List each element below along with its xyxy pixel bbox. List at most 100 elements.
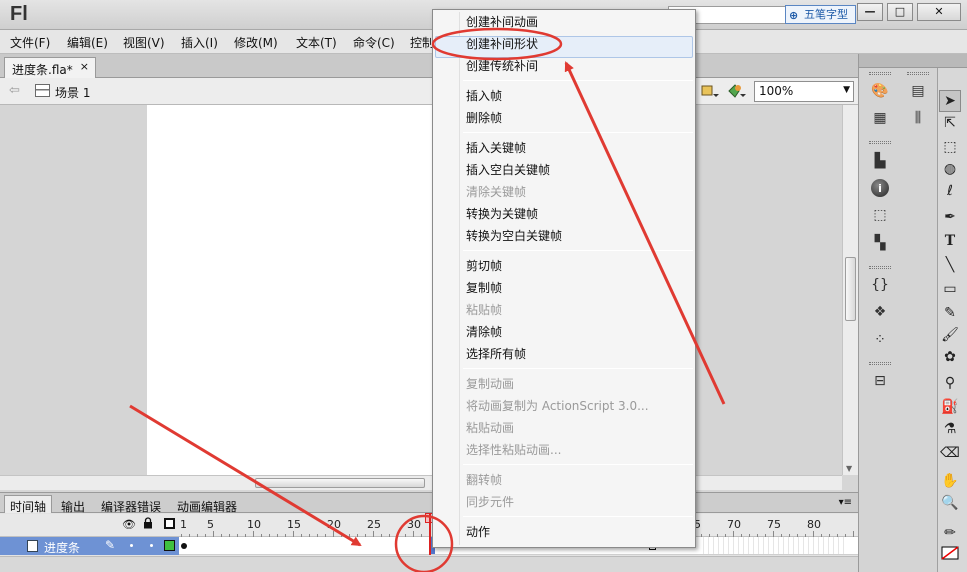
tab-motion-editor[interactable]: 动画编辑器 — [171, 495, 243, 514]
menu-item-convert-to-keyframe[interactable]: 转换为关键帧 — [466, 204, 538, 224]
deco-tool-icon[interactable]: ✿ — [939, 346, 961, 368]
subselection-tool-icon[interactable]: ⇱ — [939, 112, 961, 134]
panel-grip[interactable] — [869, 266, 891, 269]
palette-icon[interactable]: 🎨 — [870, 82, 890, 100]
library-icon[interactable]: ▤ — [908, 82, 928, 100]
bone-tool-icon[interactable]: ⚲ — [939, 372, 961, 394]
ruler-label: 80 — [807, 518, 821, 531]
free-transform-tool-icon[interactable]: ⬚ — [939, 136, 961, 158]
ime-status-badge[interactable]: ⊕ 五笔字型 — [785, 5, 856, 24]
menu-item-insert-keyframe[interactable]: 插入关键帧 — [466, 138, 526, 158]
tab-timeline[interactable]: 时间轴 — [4, 495, 53, 514]
keyframe-start[interactable] — [181, 543, 187, 549]
playhead-line[interactable] — [429, 513, 431, 555]
vertical-scroll-thumb[interactable] — [845, 257, 856, 321]
stage-canvas[interactable] — [147, 105, 447, 475]
zoom-tool-icon[interactable]: 🔍 — [939, 492, 961, 514]
brush-tool-icon[interactable]: 🖌 — [939, 324, 961, 346]
visibility-dot[interactable] — [130, 544, 133, 547]
menu-item-actions[interactable]: 动作 — [466, 522, 490, 542]
panel-header-2[interactable] — [899, 54, 937, 68]
fill-color-icon[interactable] — [939, 542, 961, 564]
menu-control[interactable]: 控制 — [410, 34, 434, 51]
swatches-icon[interactable]: ▚ — [870, 234, 890, 252]
lock-dot[interactable] — [150, 544, 153, 547]
panel-grip[interactable] — [869, 72, 891, 75]
text-tool-icon[interactable]: T — [939, 230, 961, 252]
line-tool-icon[interactable]: ╲ — [939, 254, 961, 276]
menu-item-select-all-frames[interactable]: 选择所有帧 — [466, 344, 526, 364]
lock-icon[interactable] — [143, 517, 153, 529]
document-tab[interactable]: 进度条.fla* × — [4, 57, 96, 78]
eyedropper-tool-icon[interactable]: ⚗ — [939, 418, 961, 440]
pencil-tool-icon[interactable]: ✎ — [939, 302, 961, 324]
stroke-color-icon[interactable]: ✏ — [939, 522, 961, 544]
lasso-tool-icon[interactable]: ℓ — [939, 180, 961, 202]
layer-row[interactable]: 进度条 ✎ — [0, 537, 179, 555]
tools-header[interactable] — [937, 54, 967, 68]
back-arrow-icon[interactable]: ⇦ — [9, 83, 20, 98]
outline-icon[interactable] — [164, 518, 175, 529]
code-snippets-icon[interactable]: {} — [870, 276, 890, 294]
info-icon[interactable]: i — [871, 179, 889, 197]
transform-icon[interactable]: ⬚ — [870, 206, 890, 224]
panel-grip[interactable] — [869, 141, 891, 144]
menu-item-create-classic-tween[interactable]: 创建传统补间 — [466, 56, 538, 76]
3d-rotation-tool-icon[interactable]: ◍ — [939, 158, 961, 180]
pencil-icon: ✎ — [105, 538, 116, 552]
menu-view[interactable]: 视图(V) — [123, 34, 165, 51]
layer-icon — [27, 540, 38, 552]
grid-icon[interactable]: ▦ — [870, 109, 890, 127]
panel-header-1[interactable] — [859, 54, 899, 68]
menu-item-cut-frames[interactable]: 剪切帧 — [466, 256, 502, 276]
menu-item-convert-to-blank-keyframe[interactable]: 转换为空白关键帧 — [466, 226, 562, 246]
menu-item-copy-frames[interactable]: 复制帧 — [466, 278, 502, 298]
align-icon[interactable]: ▙ — [870, 152, 890, 170]
menu-item-clear-frames[interactable]: 清除帧 — [466, 322, 502, 342]
empty-frame-cells[interactable] — [699, 537, 844, 554]
minimize-button[interactable]: — — [857, 3, 883, 21]
stage-horizontal-scrollbar[interactable] — [0, 475, 842, 490]
rectangle-tool-icon[interactable]: ▭ — [939, 278, 961, 300]
menu-file[interactable]: 文件(F) — [10, 34, 50, 51]
timeline-panel: 时间轴 输出 编译器错误 动画编辑器 ▾≡ 👁 1510152025306570… — [0, 492, 858, 572]
stage-vertical-scrollbar[interactable]: ▼ — [842, 105, 858, 475]
close-button[interactable]: ✕ — [917, 3, 961, 21]
menu-insert[interactable]: 插入(I) — [181, 34, 218, 51]
horizontal-scroll-thumb[interactable] — [255, 478, 425, 488]
components-icon[interactable]: ❖ — [870, 303, 890, 321]
panel-menu-icon[interactable]: ▾≡ — [839, 497, 852, 508]
maximize-button[interactable]: □ — [887, 3, 913, 21]
project-icon[interactable]: ⫼ — [908, 109, 928, 127]
menu-separator — [463, 250, 693, 251]
movie-explorer-icon[interactable]: ⊟ — [870, 372, 890, 390]
eye-icon[interactable]: 👁 — [122, 518, 136, 531]
menu-item-insert-blank-keyframe[interactable]: 插入空白关键帧 — [466, 160, 550, 180]
menu-commands[interactable]: 命令(C) — [353, 34, 395, 51]
tab-output[interactable]: 输出 — [55, 495, 91, 514]
paint-bucket-tool-icon[interactable]: ⛽ — [939, 396, 961, 418]
layer-name[interactable]: 进度条 — [44, 539, 80, 556]
menu-modify[interactable]: 修改(M) — [234, 34, 278, 51]
scroll-down-icon[interactable]: ▼ — [846, 465, 852, 473]
stage-pasteboard[interactable] — [0, 105, 842, 475]
menu-item-create-motion-tween[interactable]: 创建补间动画 — [466, 12, 538, 32]
menu-edit[interactable]: 编辑(E) — [67, 34, 108, 51]
zoom-select[interactable]: 100% ▼ — [754, 81, 854, 102]
menu-item-create-shape-tween[interactable]: 创建补间形状 — [466, 34, 538, 54]
eraser-tool-icon[interactable]: ⌫ — [939, 442, 961, 464]
selection-tool-icon[interactable]: ➤ — [939, 90, 961, 112]
menu-text[interactable]: 文本(T) — [296, 34, 337, 51]
panel-grip[interactable] — [907, 72, 929, 75]
motion-presets-icon[interactable]: ⁘ — [870, 331, 890, 349]
layer-outline-color[interactable] — [164, 540, 175, 551]
pen-tool-icon[interactable]: ✒ — [939, 206, 961, 228]
menu-item-insert-frame[interactable]: 插入帧 — [466, 86, 502, 106]
edit-symbols-icon[interactable] — [700, 82, 720, 100]
panel-grip[interactable] — [869, 362, 891, 365]
hand-tool-icon[interactable]: ✋ — [939, 470, 961, 492]
tab-compiler-errors[interactable]: 编译器错误 — [95, 495, 167, 514]
menu-item-delete-frame[interactable]: 删除帧 — [466, 108, 502, 128]
close-tab-icon[interactable]: × — [80, 60, 89, 73]
edit-scene-icon[interactable] — [727, 82, 747, 100]
